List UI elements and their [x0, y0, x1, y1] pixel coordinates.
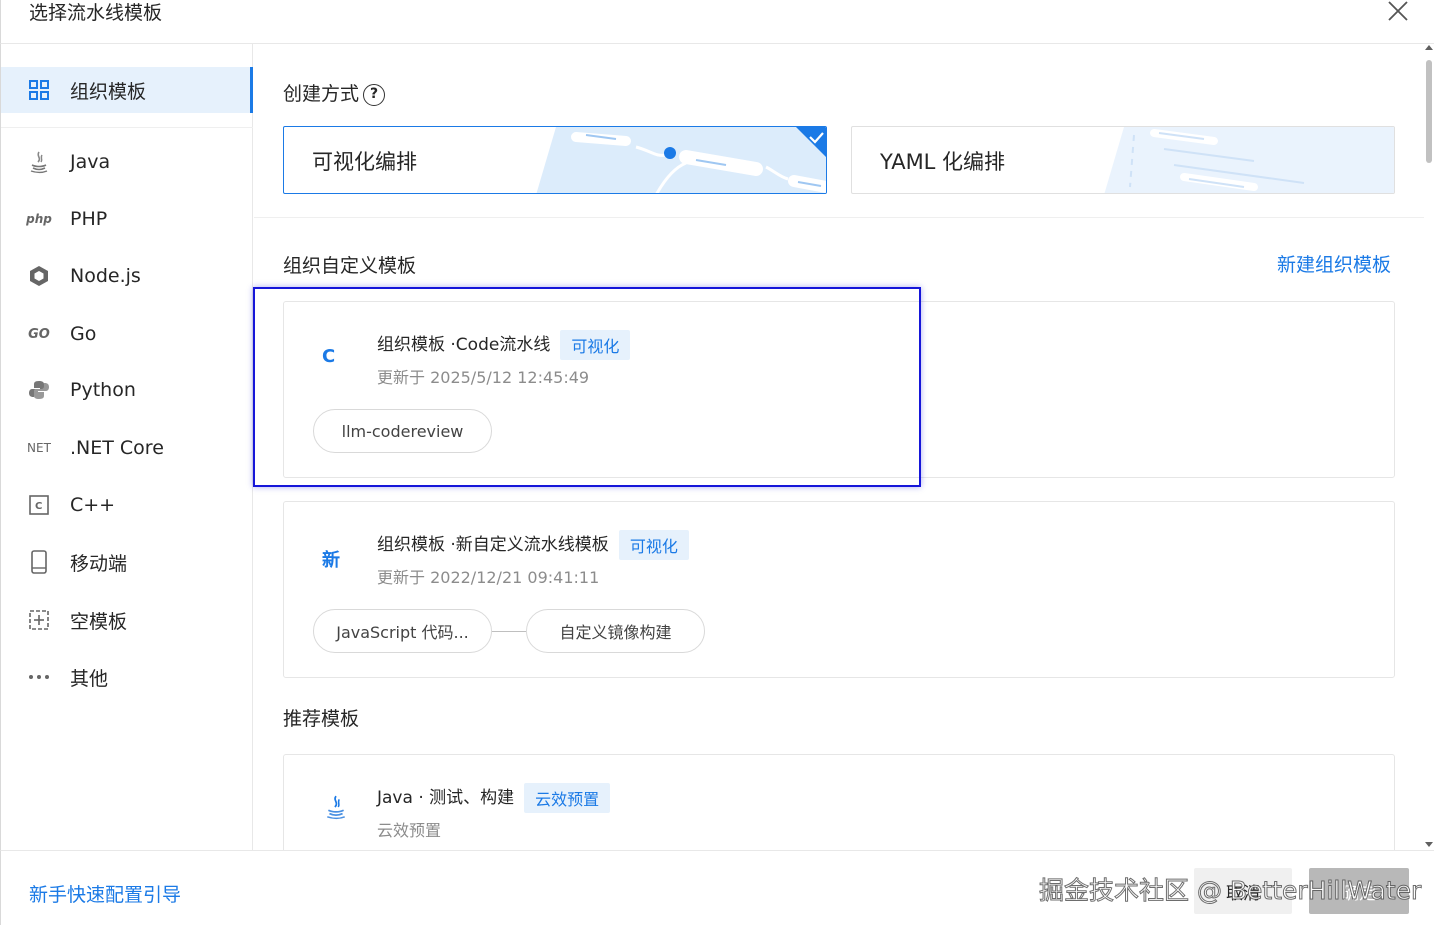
dialog-footer: 新手快速配置引导 取消 确定 掘金技术社区 @ BetterHillWater: [0, 850, 1434, 925]
stage-pill: JavaScript 代码...: [313, 609, 492, 653]
creation-mode-label: 创建方式: [283, 83, 360, 105]
cpp-icon: C: [27, 493, 51, 517]
sidebar-item-cpp[interactable]: C C++: [1, 482, 253, 528]
java-icon: [27, 150, 51, 174]
sidebar-item-label: 其他: [70, 667, 109, 690]
dialog-header: 选择流水线模板: [0, 0, 1434, 44]
template-updated: 更新于 2025/5/12 12:45:49: [377, 368, 590, 387]
recommended-card-java[interactable]: Java · 测试、构建 云效预置 云效预置: [283, 754, 1395, 850]
scroll-up-icon[interactable]: [1425, 45, 1433, 50]
sidebar-item-other[interactable]: 其他: [1, 654, 253, 700]
more-icon: [27, 665, 51, 689]
sidebar-divider: [1, 127, 253, 128]
help-icon[interactable]: ?: [363, 83, 386, 106]
template-name: 组织模板 ·新自定义流水线模板 可视化: [377, 530, 689, 560]
quick-start-guide-link[interactable]: 新手快速配置引导: [29, 880, 181, 907]
sidebar-item-dotnet[interactable]: NET .NET Core: [1, 425, 253, 471]
nodejs-icon: [27, 264, 51, 288]
section-divider: [254, 217, 1424, 218]
template-name-text: 组织模板 ·新自定义流水线模板: [377, 535, 609, 555]
stage-connector: [492, 631, 526, 632]
go-icon: GO: [28, 326, 50, 342]
org-template-card-code[interactable]: C 组织模板 ·Code流水线 可视化 更新于 2025/5/12 12:45:4…: [283, 301, 1395, 478]
recommended-title: 推荐模板: [283, 708, 360, 730]
sidebar-item-label: 移动端: [70, 552, 128, 575]
mode-card-label: 可视化编排: [312, 150, 417, 174]
selected-check-icon: [796, 127, 826, 157]
sidebar-item-label: C++: [70, 494, 116, 516]
dialog-title: 选择流水线模板: [29, 2, 163, 24]
new-org-template-link[interactable]: 新建组织模板: [1277, 250, 1391, 277]
svg-text:C: C: [35, 501, 42, 512]
sidebar-item-empty-template[interactable]: 空模板: [1, 597, 253, 643]
sidebar-item-go[interactable]: GO Go: [1, 311, 253, 357]
stage-pill: 自定义镜像构建: [526, 609, 705, 653]
grid-icon: [27, 78, 51, 102]
sidebar-item-label: 组织模板: [70, 80, 147, 103]
java-icon: [324, 793, 348, 826]
scroll-down-icon[interactable]: [1425, 842, 1433, 847]
sidebar-item-java[interactable]: Java: [1, 139, 253, 185]
sidebar-item-label: PHP: [70, 208, 108, 230]
mobile-icon: [27, 550, 51, 574]
template-badge: 云效预置: [524, 783, 611, 813]
sidebar-item-nodejs[interactable]: Node.js: [1, 253, 253, 299]
yaml-illustration: [1104, 127, 1394, 193]
sidebar-item-label: Node.js: [70, 265, 141, 287]
sidebar: 组织模板 Java php PHP Node.js GO Go Python N…: [0, 44, 253, 850]
template-name-text: 组织模板 ·Code流水线: [377, 335, 551, 355]
template-badge: 可视化: [560, 330, 631, 360]
empty-template-icon: [27, 608, 51, 632]
sidebar-item-label: 空模板: [70, 610, 128, 633]
mode-card-yaml[interactable]: YAML 化编排: [851, 126, 1395, 194]
template-subtitle: 云效预置: [377, 821, 442, 840]
org-template-card-custom[interactable]: 新 组织模板 ·新自定义流水线模板 可视化 更新于 2022/12/21 09:4…: [283, 501, 1395, 678]
sidebar-item-label: Go: [70, 323, 97, 345]
sidebar-item-label: Python: [70, 379, 136, 401]
creation-mode-title: 创建方式?: [283, 79, 386, 106]
template-badge: 可视化: [618, 530, 689, 560]
pipeline-illustration: [536, 127, 826, 193]
template-name: 组织模板 ·Code流水线 可视化: [377, 330, 631, 360]
mode-card-visual[interactable]: 可视化编排: [283, 126, 827, 194]
sidebar-item-php[interactable]: php PHP: [1, 196, 253, 242]
sidebar-item-org-templates[interactable]: 组织模板: [1, 67, 253, 113]
template-avatar: C: [322, 346, 336, 367]
sidebar-item-label: Java: [70, 151, 111, 173]
dotnet-icon: NET: [27, 441, 51, 455]
template-avatar: 新: [322, 550, 340, 571]
sidebar-item-mobile[interactable]: 移动端: [1, 539, 253, 585]
template-name: Java · 测试、构建 云效预置: [377, 783, 611, 813]
template-updated: 更新于 2022/12/21 09:41:11: [377, 568, 600, 587]
close-icon[interactable]: [1386, 0, 1410, 22]
python-icon: [27, 378, 51, 402]
template-name-text: Java · 测试、构建: [377, 788, 515, 808]
mode-card-label: YAML 化编排: [880, 150, 1006, 174]
watermark: 掘金技术社区 @ BetterHillWater: [1038, 876, 1422, 906]
org-templates-title: 组织自定义模板: [283, 255, 417, 277]
sidebar-item-label: .NET Core: [70, 437, 164, 459]
main-panel: 创建方式? 可视化编排 YAML 化编排 组织自定义模板 新建组织模板 C 组织…: [254, 44, 1424, 850]
sidebar-item-python[interactable]: Python: [1, 367, 253, 413]
scrollbar[interactable]: [1424, 44, 1434, 850]
php-icon: php: [26, 212, 52, 226]
stage-pill: llm-codereview: [313, 409, 492, 453]
scroll-thumb[interactable]: [1426, 60, 1432, 163]
